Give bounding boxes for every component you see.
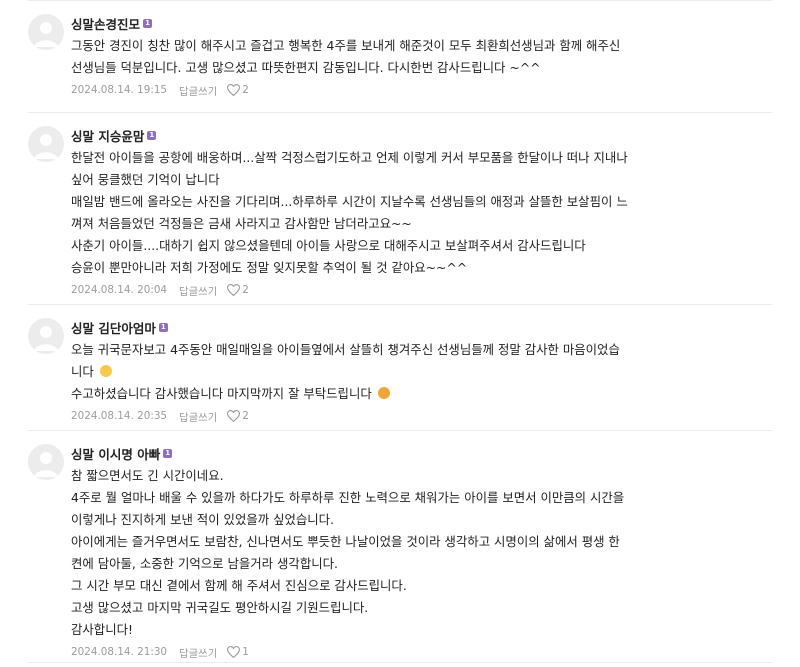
comment-author-row: 싱말 이시명 아빠 1 xyxy=(71,444,772,462)
comment-date: 2024.08.14. 20:04 xyxy=(71,284,168,296)
heart-outline-icon xyxy=(227,646,241,658)
heart-outline-icon xyxy=(227,284,241,296)
comment-line-text: 니다 xyxy=(71,364,94,379)
like-count: 1 xyxy=(242,646,249,658)
comment-line: 그 시간 부모 대신 곁에서 함께 해 주셔서 진심으로 감사드립니다. xyxy=(71,578,407,593)
comment-line: 사춘기 아이들....대하기 쉽지 않으셨을텐데 아이들 사랑으로 대해주시고 … xyxy=(71,238,586,253)
default-profile-icon[interactable] xyxy=(28,444,64,480)
comment-author-row: 싱말 김단아엄마 1 xyxy=(71,318,772,336)
comment-author[interactable]: 싱말손경진모 xyxy=(71,14,140,33)
comment-line: 한달전 아이들을 공항에 배웅하며...살짝 걱정스럽기도하고 언제 이렇게 커… xyxy=(71,150,628,165)
comment-date: 2024.08.14. 21:30 xyxy=(71,646,168,658)
comment-author[interactable]: 싱말 이시명 아빠 xyxy=(71,444,160,463)
comment-divider xyxy=(28,662,772,663)
comment-line: 오늘 귀국문자보고 4주동안 매일매일을 아이들옆에서 살뜰히 챙겨주신 선생님… xyxy=(71,342,620,357)
like-count: 2 xyxy=(242,410,249,422)
member-level-badge-icon: 1 xyxy=(147,130,157,140)
reply-button[interactable]: 답글쓰기 xyxy=(179,409,217,424)
default-profile-icon[interactable] xyxy=(28,318,64,354)
comment-line: 그동안 경진이 칭찬 많이 해주시고 즐겁고 행복한 4주를 보내게 해준것이 … xyxy=(71,38,621,53)
comment-date: 2024.08.14. 20:35 xyxy=(71,410,168,422)
like-button[interactable]: 2 xyxy=(227,410,249,422)
comment-divider xyxy=(28,304,772,305)
comment-line: 싶어 뭉클했던 기억이 납니다 xyxy=(71,172,220,187)
comment-line: 수고하셨습니다 감사했습니다 마지막까지 잘 부탁드립니다 xyxy=(71,383,772,405)
comment-line: 이렇게나 진지하게 보낸 적이 있었을까 싶었습니다. xyxy=(71,512,335,527)
default-profile-icon[interactable] xyxy=(28,14,64,50)
member-level-badge-icon: 1 xyxy=(158,322,168,332)
member-level-badge-icon: 1 xyxy=(143,18,153,28)
like-button[interactable]: 2 xyxy=(227,84,249,96)
comment-divider xyxy=(28,430,772,431)
comment-line: 매일밤 밴드에 올라오는 사진을 기다리며...하루하루 시간이 지날수록 선생… xyxy=(71,194,628,209)
comment-line: 켠에 담아둘, 소중한 기억으로 남을거라 생각합니다. xyxy=(71,556,338,571)
comment-text: 오늘 귀국문자보고 4주동안 매일매일을 아이들옆에서 살뜰히 챙겨주신 선생님… xyxy=(71,339,772,405)
comment-line-text: 수고하셨습니다 감사했습니다 마지막까지 잘 부탁드립니다 xyxy=(71,386,372,401)
comment-line: 선생님들 덕분입니다. 고생 많으셨고 따뜻한편지 감동입니다. 다시한번 감사… xyxy=(71,60,541,75)
reply-button[interactable]: 답글쓰기 xyxy=(179,83,217,98)
like-button[interactable]: 2 xyxy=(227,284,249,296)
comment-meta: 2024.08.14. 20:35 답글쓰기 2 xyxy=(71,407,772,425)
comment-line: 아이에게는 즐거우면서도 보람찬, 신나면서도 뿌듯한 나날이었을 것이라 생각… xyxy=(71,534,620,549)
comment-author-row: 싱말손경진모 1 xyxy=(71,14,772,32)
comment-date: 2024.08.14. 19:15 xyxy=(71,84,168,96)
comment-line: 승윤이 뿐만아니라 저희 가정에도 정말 잊지못할 추억이 될 것 같아요~~^… xyxy=(71,260,468,275)
comment-text: 참 짧으면서도 긴 시간이네요. 4주로 뭘 얼마나 배울 수 있을까 하다가도… xyxy=(71,465,772,641)
like-count: 2 xyxy=(242,284,249,296)
comment-line: 감사합니다! xyxy=(71,622,133,637)
comment-meta: 2024.08.14. 20:04 답글쓰기 2 xyxy=(71,281,772,299)
reply-button[interactable]: 답글쓰기 xyxy=(179,645,217,660)
comment-line: 껴져 처음들었던 걱정들은 금새 사라지고 감사함만 남더라고요~~ xyxy=(71,216,412,231)
hand-heart-emoji-icon xyxy=(99,365,112,377)
reply-button[interactable]: 답글쓰기 xyxy=(179,283,217,298)
comment-line: 니다 xyxy=(71,361,772,383)
member-level-badge-icon: 1 xyxy=(163,448,173,458)
comment-line: 고생 많으셨고 마지막 귀국길도 평안하시길 기원드립니다. xyxy=(71,600,369,615)
comment-meta: 2024.08.14. 21:30 답글쓰기 1 xyxy=(71,643,772,661)
heart-outline-icon xyxy=(227,84,241,96)
comment-author[interactable]: 싱말 김단아엄마 xyxy=(71,318,156,337)
top-divider xyxy=(28,0,772,1)
comment-divider xyxy=(28,112,772,113)
like-count: 2 xyxy=(242,84,249,96)
comment-line: 참 짧으면서도 긴 시간이네요. xyxy=(71,468,224,483)
comment-author-row: 싱말 지승윤맘 1 xyxy=(71,126,772,144)
comment-meta: 2024.08.14. 19:15 답글쓰기 2 xyxy=(71,81,772,99)
comment-line: 4주로 뭘 얼마나 배울 수 있을까 하다가도 하루하루 진한 노력으로 채워가… xyxy=(71,490,625,505)
crying-face-emoji-icon xyxy=(377,387,390,399)
default-profile-icon[interactable] xyxy=(28,126,64,162)
like-button[interactable]: 1 xyxy=(227,646,249,658)
heart-outline-icon xyxy=(227,410,241,422)
comment-text: 그동안 경진이 칭찬 많이 해주시고 즐겁고 행복한 4주를 보내게 해준것이 … xyxy=(71,35,772,79)
comment-text: 한달전 아이들을 공항에 배웅하며...살짝 걱정스럽기도하고 언제 이렇게 커… xyxy=(71,147,772,279)
comment-list: 싱말손경진모 1 그동안 경진이 칭찬 많이 해주시고 즐겁고 행복한 4주를 … xyxy=(0,0,800,667)
comment-author[interactable]: 싱말 지승윤맘 xyxy=(71,126,144,145)
